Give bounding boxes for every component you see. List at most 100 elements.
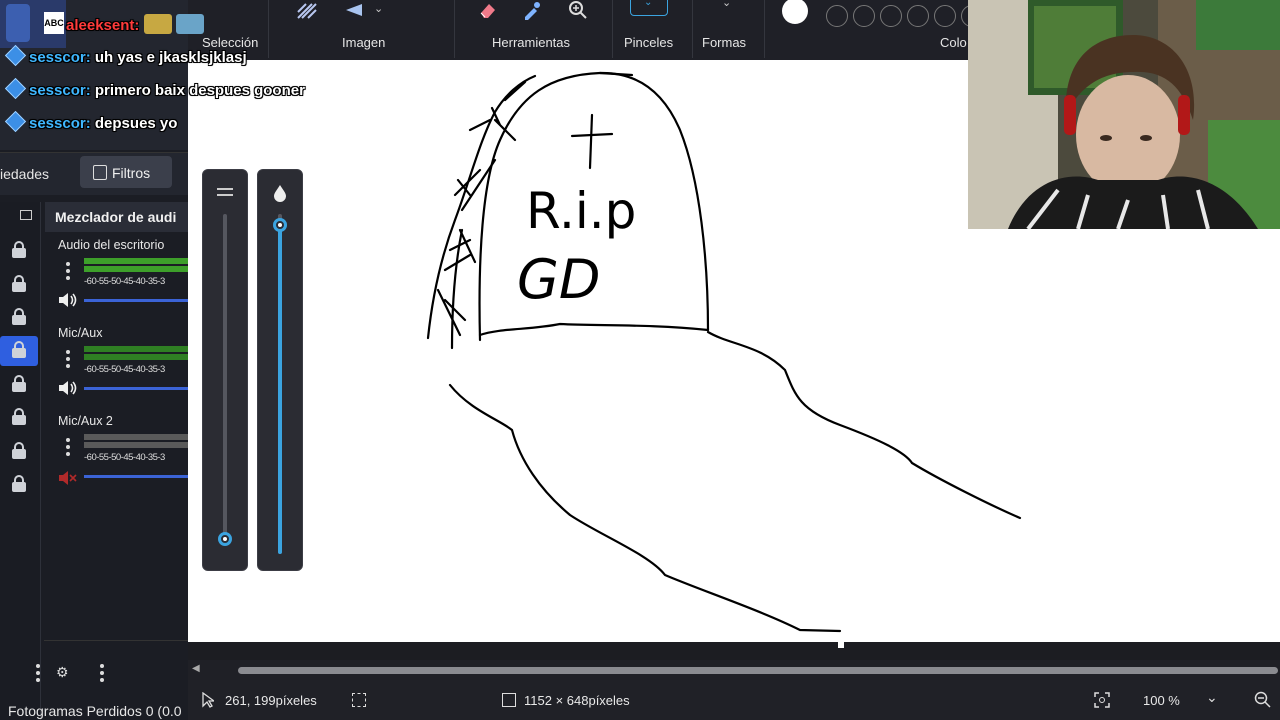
- canvas-border: [188, 642, 1280, 660]
- drawing-text-rip: R.i.p: [526, 182, 636, 240]
- meter-scale: -60-55-50-45-40-35-3: [84, 452, 165, 463]
- badge-cube-icon: [4, 77, 27, 100]
- chat-emote-cluster: ABC: [0, 0, 66, 48]
- chevron-down-icon[interactable]: ⌄: [722, 0, 731, 9]
- speaker-icon[interactable]: [58, 292, 78, 313]
- chevron-down-icon: ⌄: [644, 0, 653, 8]
- channel-menu-icon[interactable]: [66, 438, 70, 459]
- color-swatch-empty[interactable]: [907, 5, 929, 27]
- volume-slider[interactable]: [84, 387, 188, 390]
- paint-ribbon: Selección ⌄ Imagen Herramientas ⌄ Pincel…: [188, 0, 983, 60]
- divider: [44, 640, 188, 641]
- size-icon: [217, 188, 233, 196]
- divider: [454, 0, 455, 58]
- channel-menu-icon[interactable]: [66, 350, 70, 371]
- opacity-slider[interactable]: [257, 169, 303, 571]
- lock-icon[interactable]: [12, 308, 26, 325]
- lock-icon[interactable]: [12, 475, 26, 492]
- slider-fill: [278, 226, 282, 554]
- canvas-size-icon: [502, 693, 516, 707]
- meter-scale: -60-55-50-45-40-35-3: [84, 276, 165, 287]
- emote-icon: [143, 14, 172, 34]
- lock-icon[interactable]: [12, 442, 26, 459]
- lock-icon[interactable]: [12, 275, 26, 292]
- select-pattern-icon[interactable]: [296, 2, 318, 25]
- horizontal-scrollbar[interactable]: ◀: [188, 660, 1280, 680]
- badge-cube-icon: [4, 44, 27, 67]
- eraser-icon[interactable]: [478, 0, 498, 25]
- status-bar: 261, 199píxeles 1152 × 648píxeles 100 % …: [188, 680, 1280, 720]
- dropped-frames-status: Fotogramas Perdidos 0 (0.0: [8, 703, 182, 719]
- gear-icon[interactable]: ⚙: [56, 664, 69, 681]
- group-shapes[interactable]: Formas: [702, 35, 746, 50]
- group-tools[interactable]: Herramientas: [492, 35, 570, 50]
- scroll-thumb[interactable]: [238, 667, 1278, 674]
- color-primary[interactable]: [782, 0, 808, 24]
- color-swatch-empty[interactable]: [826, 5, 848, 27]
- divider: [764, 0, 765, 58]
- group-brushes[interactable]: Pinceles: [624, 35, 673, 50]
- cursor-icon: [202, 691, 216, 713]
- zoom-level[interactable]: 100 %: [1143, 693, 1180, 708]
- color-swatch-empty[interactable]: [934, 5, 956, 27]
- channel-name: Audio del escritorio: [58, 238, 165, 252]
- emote-icon: [175, 14, 204, 34]
- drawing-text-gd: GD: [517, 248, 600, 311]
- audio-mixer-title: Mezclador de audi: [55, 209, 177, 225]
- divider: [268, 0, 269, 58]
- color-swatch-empty[interactable]: [880, 5, 902, 27]
- fit-screen-icon[interactable]: [1094, 692, 1110, 713]
- tab-filters[interactable]: Filtros: [80, 156, 172, 188]
- tab-filters-label: Filtros: [112, 165, 151, 181]
- color-swatch-empty[interactable]: [853, 5, 875, 27]
- channel-name: Mic/Aux: [58, 326, 103, 340]
- chat-message: sesscor: uh yas e jkasklsjklasj: [4, 44, 247, 67]
- divider: [612, 0, 613, 58]
- lock-icon[interactable]: [12, 408, 26, 425]
- color-picker-icon[interactable]: [522, 0, 542, 25]
- tab-properties[interactable]: iedades: [0, 166, 49, 182]
- canvas-size: 1152 × 648píxeles: [524, 693, 630, 708]
- menu-icon[interactable]: [36, 664, 40, 685]
- chevron-down-icon[interactable]: ⌄: [374, 2, 383, 15]
- selection-icon: [352, 693, 366, 707]
- channel-menu-icon[interactable]: [66, 262, 70, 283]
- chevron-down-icon[interactable]: ⌄: [1206, 689, 1218, 706]
- lock-icon[interactable]: [12, 341, 26, 358]
- group-image[interactable]: Imagen: [342, 35, 385, 50]
- dock-icon[interactable]: [20, 210, 32, 220]
- lock-icon[interactable]: [12, 375, 26, 392]
- level-meter: [84, 434, 188, 440]
- abc-badge-icon: ABC: [44, 12, 64, 34]
- lock-icon[interactable]: [12, 241, 26, 258]
- muted-speaker-icon[interactable]: [58, 470, 78, 491]
- magnifier-icon[interactable]: [568, 0, 588, 25]
- chat-text: depsues yo: [94, 115, 178, 132]
- lock-column: [0, 202, 41, 720]
- drop-icon: [273, 184, 287, 207]
- meter-scale: -60-55-50-45-40-35-3: [84, 364, 165, 375]
- scroll-left-icon[interactable]: ◀: [192, 663, 200, 674]
- menu-icon[interactable]: [100, 664, 104, 685]
- brush-size-slider[interactable]: [202, 169, 248, 571]
- speaker-icon[interactable]: [58, 380, 78, 401]
- filter-icon: [93, 165, 107, 180]
- volume-slider[interactable]: [84, 299, 188, 302]
- slider-knob[interactable]: [273, 218, 287, 232]
- chat-message: aleeksent:: [66, 14, 204, 34]
- divider: [692, 0, 693, 58]
- level-meter: [84, 354, 188, 360]
- chat-username: sesscor:: [29, 49, 91, 66]
- slider-knob[interactable]: [218, 532, 232, 546]
- chat-message: sesscor: primero baix despues gooner: [4, 77, 305, 100]
- chat-text: primero baix despues gooner: [94, 82, 305, 99]
- group-colors[interactable]: Colo: [940, 35, 967, 50]
- brush-button[interactable]: ⌄: [630, 0, 668, 16]
- rotate-icon[interactable]: [344, 2, 364, 23]
- emote-icon: [6, 4, 30, 42]
- resize-handle[interactable]: [838, 642, 844, 648]
- audio-mixer-header: Mezclador de audi: [45, 202, 188, 232]
- volume-slider[interactable]: [84, 475, 188, 478]
- zoom-out-icon[interactable]: [1254, 691, 1272, 714]
- chat-username: aleeksent:: [66, 17, 140, 34]
